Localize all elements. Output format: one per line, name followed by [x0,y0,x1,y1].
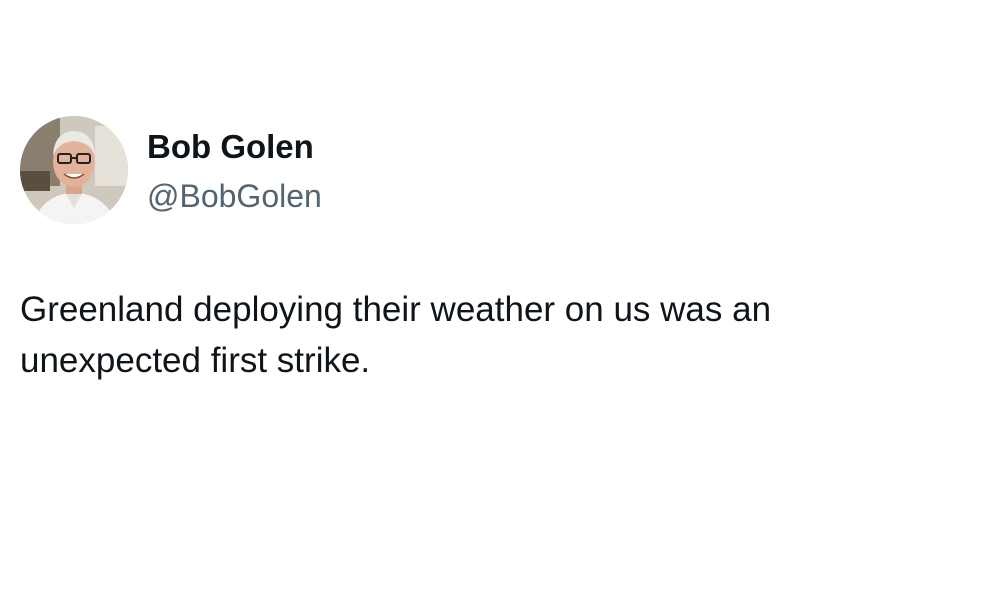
author-info: Bob Golen @BobGolen [147,127,322,216]
tweet-card: Bob Golen @BobGolen Greenland deploying … [0,0,1000,597]
author-display-name[interactable]: Bob Golen [147,127,322,167]
profile-photo-icon [20,116,128,224]
tweet-text: Greenland deploying their weather on us … [20,284,970,386]
author-avatar[interactable] [20,116,128,224]
tweet-text-line: Greenland deploying their weather on us … [20,290,772,329]
tweet-text-line: unexpected first strike. [20,341,371,380]
author-handle[interactable]: @BobGolen [147,176,322,216]
